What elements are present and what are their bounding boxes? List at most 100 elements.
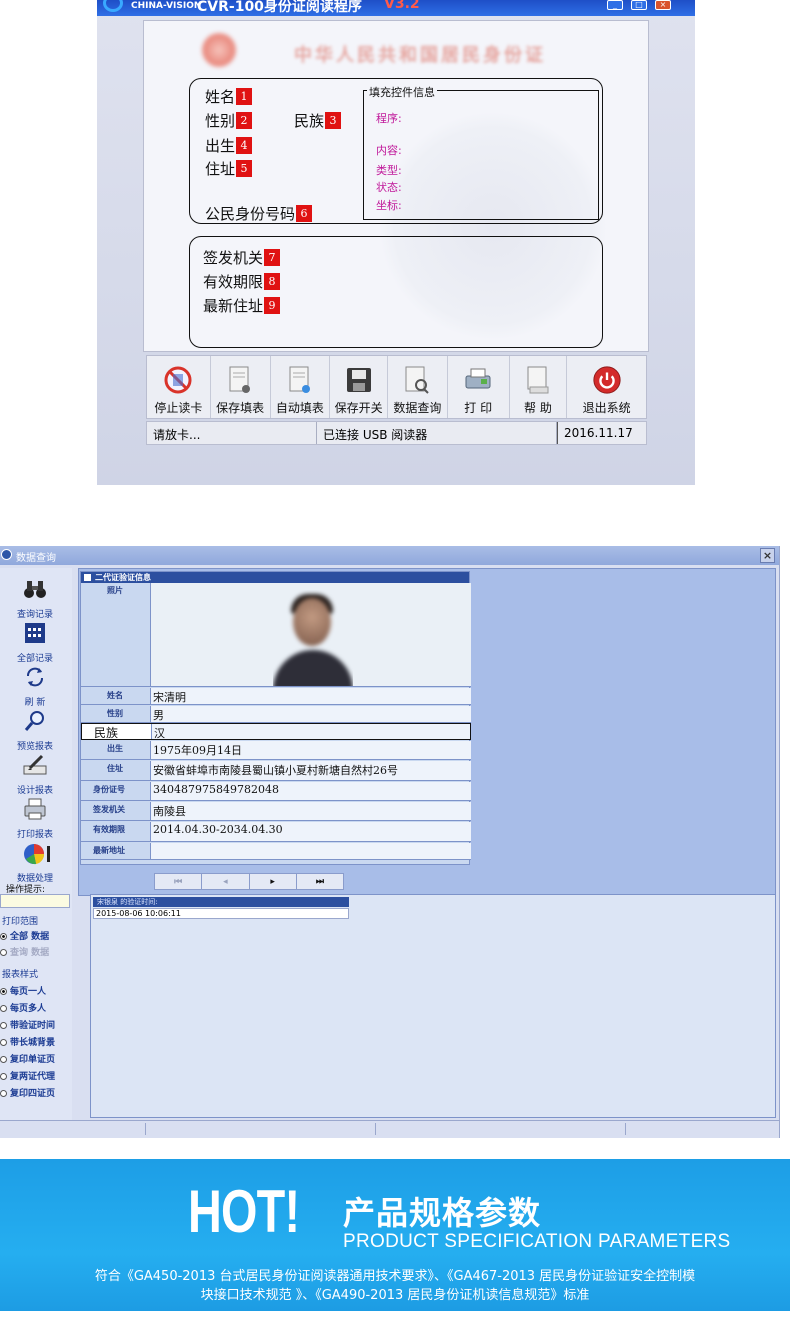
photo-shoulders <box>273 650 353 686</box>
validity-field[interactable]: 有效期限 8 <box>203 271 281 292</box>
table-row[interactable]: 签发机关 南陵县 <box>81 802 471 821</box>
verification-time-value[interactable]: 2015-08-06 10:06:11 <box>93 908 349 919</box>
print-button[interactable]: 打 印 <box>448 356 510 418</box>
ethnicity-field[interactable]: 民族 3 <box>294 110 342 131</box>
table-row-selected[interactable]: 民族汉 <box>81 723 471 740</box>
title-bar: CHINA-VISION CVR-100身份证阅读程序 V3.2 _ □ × <box>97 0 695 16</box>
row-key: 姓名 <box>81 688 151 704</box>
print-range-title: 打印范围 <box>2 917 39 927</box>
banner-desc-line1: 符合《GA450-2013 台式居民身份证阅读器通用技术要求》、《GA467-2… <box>94 1269 696 1284</box>
authority-field[interactable]: 签发机关 7 <box>203 247 281 268</box>
design-report-button[interactable]: 设计报表 <box>0 754 70 797</box>
row-value <box>151 843 471 859</box>
radio-dot <box>0 1005 7 1012</box>
exit-button[interactable]: 退出系统 <box>567 356 646 418</box>
print-range-all-label: 全部 数据 <box>10 932 50 942</box>
badge-8: 8 <box>264 273 281 290</box>
maximize-icon[interactable]: □ <box>631 0 647 10</box>
verification-detail-table: 二代证验证信息 照片 姓名 宋清明 性别男 民族汉 出生 1975年09月14日 住… <box>80 571 471 865</box>
table-row[interactable]: 出生 1975年09月14日 <box>81 741 471 760</box>
style-copy-two-radio[interactable]: 复两证代理 <box>0 1069 55 1082</box>
name-field[interactable]: 姓名 1 <box>205 86 253 107</box>
print-report-button[interactable]: 打印报表 <box>0 798 70 841</box>
fill-status-label: 状态: <box>376 181 402 194</box>
row-key: 民族 <box>82 724 152 740</box>
style-copy-four-radio[interactable]: 复印四证页 <box>0 1086 55 1099</box>
row-key: 身份证号 <box>81 782 151 800</box>
print-label: 打 印 <box>464 401 493 415</box>
document-search-icon <box>402 364 432 396</box>
preview-report-button[interactable]: 预览报表 <box>0 710 70 753</box>
all-records-label: 全部记录 <box>16 654 53 664</box>
style-copy-single-radio[interactable]: 复印单证页 <box>0 1052 55 1065</box>
data-processing-button[interactable]: 数据处理 <box>0 842 70 885</box>
badge-3: 3 <box>325 112 342 129</box>
detail-header: 二代证验证信息 <box>81 572 469 583</box>
query-records-button[interactable]: 查询记录 <box>0 578 70 621</box>
new-address-field[interactable]: 最新住址 9 <box>203 295 281 316</box>
data-query-button[interactable]: 数据查询 <box>388 356 448 418</box>
last-page-button[interactable]: ⏭ <box>296 874 343 889</box>
style-one-per-page-radio[interactable]: 每页一人 <box>0 984 46 997</box>
id-number-label: 公民身份号码 <box>205 205 296 223</box>
name-label: 姓名 <box>205 88 236 106</box>
table-row[interactable]: 有效期限 2014.04.30-2034.04.30 <box>81 822 471 842</box>
style-multi-per-page-radio[interactable]: 每页多人 <box>0 1001 46 1014</box>
banner-title-en: PRODUCT SPECIFICATION PARAMETERS <box>343 1231 731 1252</box>
data-query-window: 数据查询 × 查询记录 全部记录 刷 新 预览报表 设计报表 打印报表 数据处理… <box>0 546 780 1138</box>
all-records-button[interactable]: 全部记录 <box>0 622 70 665</box>
save-toggle-button[interactable]: 保存开关 <box>330 356 389 418</box>
row-value: 2014.04.30-2034.04.30 <box>151 822 471 841</box>
report-style-title: 报表样式 <box>2 970 39 980</box>
gender-field[interactable]: 性别 2 <box>205 110 253 131</box>
query-sidebar: 查询记录 全部记录 刷 新 预览报表 设计报表 打印报表 数据处理 操作提示: … <box>0 568 72 1128</box>
style-with-time-radio[interactable]: 带验证时间 <box>0 1018 55 1031</box>
prev-page-button[interactable]: ◂ <box>202 874 250 889</box>
auto-fill-button[interactable]: 自动填表 <box>271 356 331 418</box>
id-number-field[interactable]: 公民身份号码 6 <box>205 203 313 224</box>
fill-content-label: 内容: <box>376 144 402 157</box>
address-field[interactable]: 住址 5 <box>205 158 253 179</box>
print-range-query-label: 查询 数据 <box>10 948 50 958</box>
banner-bottom-stripe <box>0 1311 790 1317</box>
badge-6: 6 <box>296 205 313 222</box>
radio-dot <box>0 1039 7 1046</box>
style-label: 复两证代理 <box>10 1072 56 1082</box>
next-page-button[interactable]: ▸ <box>249 874 297 889</box>
badge-4: 4 <box>236 137 253 154</box>
style-great-wall-radio[interactable]: 带长城背景 <box>0 1035 55 1048</box>
stop-reading-button[interactable]: 停止读卡 <box>147 356 211 418</box>
table-row[interactable]: 性别男 <box>81 706 471 723</box>
help-button[interactable]: 帮 助 <box>510 356 568 418</box>
refresh-button[interactable]: 刷 新 <box>0 666 70 709</box>
query-close-button[interactable]: × <box>760 548 775 563</box>
badge-9: 9 <box>264 297 281 314</box>
print-range-query-radio[interactable]: 查询 数据 <box>0 945 49 958</box>
print-range-all-radio[interactable]: 全部 数据 <box>0 929 49 942</box>
status-divider <box>375 1123 376 1135</box>
style-label: 复印四证页 <box>10 1089 56 1099</box>
save-form-button[interactable]: 保存填表 <box>211 356 271 418</box>
table-row[interactable]: 身份证号 340487975849782048 <box>81 782 471 801</box>
preview-report-label: 预览报表 <box>16 742 53 752</box>
minimize-icon[interactable]: _ <box>607 0 623 10</box>
printer-icon <box>22 798 48 820</box>
id-photo <box>273 590 353 686</box>
first-page-button[interactable]: ⏮ <box>155 874 203 889</box>
stop-reading-icon <box>163 364 193 396</box>
new-address-label: 最新住址 <box>203 297 264 315</box>
verification-time-header: 宋银泉 的验证时间: <box>93 897 349 907</box>
table-row[interactable]: 姓名 宋清明 <box>81 688 471 705</box>
pie-chart-icon <box>22 842 50 865</box>
collapse-icon[interactable] <box>84 574 91 581</box>
card-heading: 中华人民共和国居民身份证 <box>294 45 546 66</box>
row-value: 安徽省蚌埠市南陵县蜀山镇小夏村新塘自然村26号 <box>151 761 471 780</box>
table-row[interactable]: 住址 安徽省蚌埠市南陵县蜀山镇小夏村新塘自然村26号 <box>81 761 471 781</box>
birth-field[interactable]: 出生 4 <box>205 135 253 156</box>
close-icon[interactable]: × <box>655 0 671 10</box>
badge-1: 1 <box>236 88 253 105</box>
table-row[interactable]: 最新地址 <box>81 843 471 860</box>
authority-label: 签发机关 <box>203 249 264 267</box>
row-value: 男 <box>151 706 471 722</box>
version-label: V3.2 <box>384 0 420 12</box>
